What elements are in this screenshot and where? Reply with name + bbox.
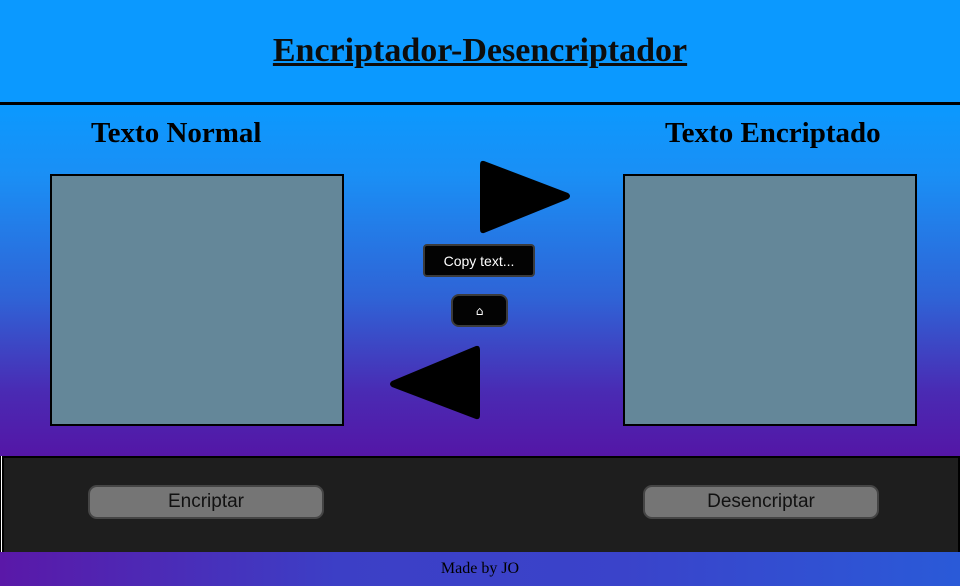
normal-text-input[interactable]: [50, 174, 344, 426]
encrypt-button[interactable]: Encriptar: [88, 485, 324, 519]
copy-text-button[interactable]: Copy text...: [423, 244, 535, 277]
home-button[interactable]: ⌂: [451, 294, 508, 327]
arrow-right-icon[interactable]: [478, 157, 574, 237]
encrypted-text-input[interactable]: [623, 174, 917, 426]
normal-text-title: Texto Normal: [91, 117, 262, 149]
home-icon: ⌂: [475, 303, 484, 318]
decrypt-button[interactable]: Desencriptar: [643, 485, 879, 519]
footer-credit: Made by JO: [440, 560, 520, 577]
page-header: Encriptador-Desencriptador: [0, 0, 960, 105]
page-footer: Made by JO: [0, 552, 960, 586]
arrow-left-icon[interactable]: [388, 343, 484, 423]
page-title: Encriptador-Desencriptador: [272, 32, 688, 69]
main-area: Texto Normal Texto Encriptado Copy text.…: [0, 105, 960, 456]
action-bar: Encriptar Desencriptar: [2, 456, 960, 554]
encrypted-text-title: Texto Encriptado: [665, 117, 881, 149]
